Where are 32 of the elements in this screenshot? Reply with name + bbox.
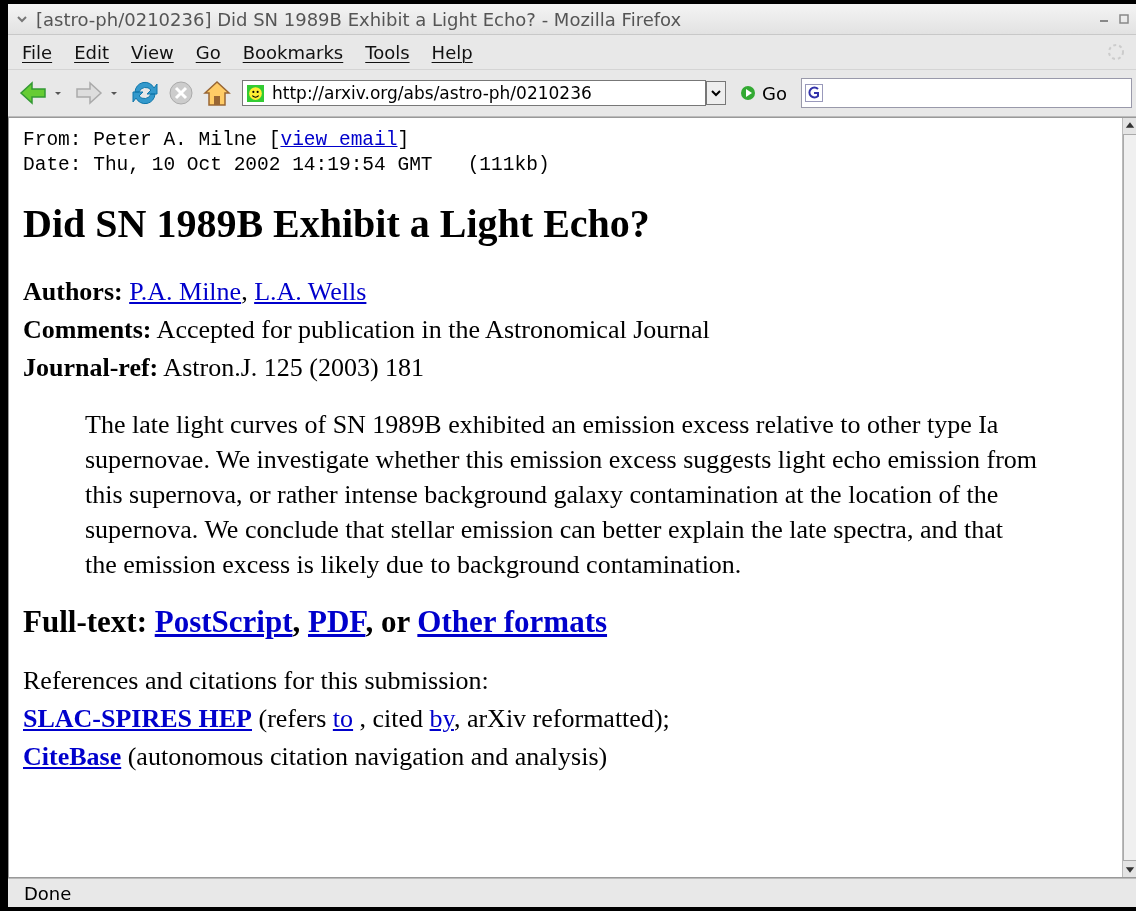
- author-link[interactable]: L.A. Wells: [254, 277, 367, 306]
- header-line: Date: Thu, 10 Oct 2002 14:19:54 GMT (111kb): [23, 153, 551, 178]
- reference-line: CiteBase (autonomous citation navigation and analysis): [23, 741, 609, 773]
- menu-item[interactable]: Bookmarks: [232, 41, 356, 63]
- format-link[interactable]: PostScript: [154, 604, 293, 639]
- header-line: From: Peter A. Milne [view email]: [23, 128, 411, 153]
- reference-link[interactable]: to: [332, 704, 354, 733]
- metadata-line: Journal-ref: Astron.J. 125 (2003) 181: [23, 352, 426, 384]
- abstract-text: The late light curves of SN 1989B exhibited an emission excess relative to other type Ia supernovae. We investigate whether this emission excess suggests light echo emission from this supernova, or rather intense background galaxy contamination at the location of the supernova. We conclude that stellar emission can better explain the late spectra, and that the emission excess is likely due to background contamination.: [85, 409, 1038, 581]
- menu-item[interactable]: Help: [421, 41, 485, 63]
- format-link[interactable]: Other formats: [417, 604, 608, 639]
- reference-link[interactable]: SLAC-SPIRES HEP: [23, 704, 252, 733]
- menu-item[interactable]: View: [121, 41, 186, 63]
- reference-line: SLAC-SPIRES HEP (refers to , cited by, arXiv reformatted);: [23, 703, 671, 735]
- menu-item[interactable]: Tools: [355, 41, 422, 63]
- references-heading: References and citations for this submission:: [23, 665, 490, 697]
- full-text-heading: Full-text: PostScript, PDF, or Other formats: [23, 604, 609, 640]
- menu-item[interactable]: Edit: [64, 41, 121, 63]
- go-button[interactable]: Go: [732, 82, 795, 104]
- author-link[interactable]: P.A. Milne: [129, 277, 242, 306]
- menu-item[interactable]: File: [12, 41, 65, 63]
- metadata-line: Authors: P.A. Milne, L.A. Wells: [23, 276, 368, 308]
- metadata-line: Comments: Accepted for publication in the Astronomical Journal: [23, 314, 711, 346]
- format-link[interactable]: PDF: [308, 604, 366, 639]
- reference-link[interactable]: by: [429, 704, 454, 733]
- reference-link[interactable]: CiteBase: [23, 742, 122, 771]
- window-title: [astro-ph/0210236] Did SN 1989B Exhibit a Light Echo? - Mozilla Firefox: [36, 8, 682, 30]
- address-field[interactable]: http://arxiv.org/abs/astro-ph/0210236: [242, 80, 706, 106]
- status-text: Done: [24, 882, 72, 904]
- email-link[interactable]: view email: [280, 129, 398, 151]
- paper-title: Did SN 1989B Exhibit a Light Echo?: [23, 200, 651, 247]
- menu-item[interactable]: Go: [185, 41, 233, 63]
